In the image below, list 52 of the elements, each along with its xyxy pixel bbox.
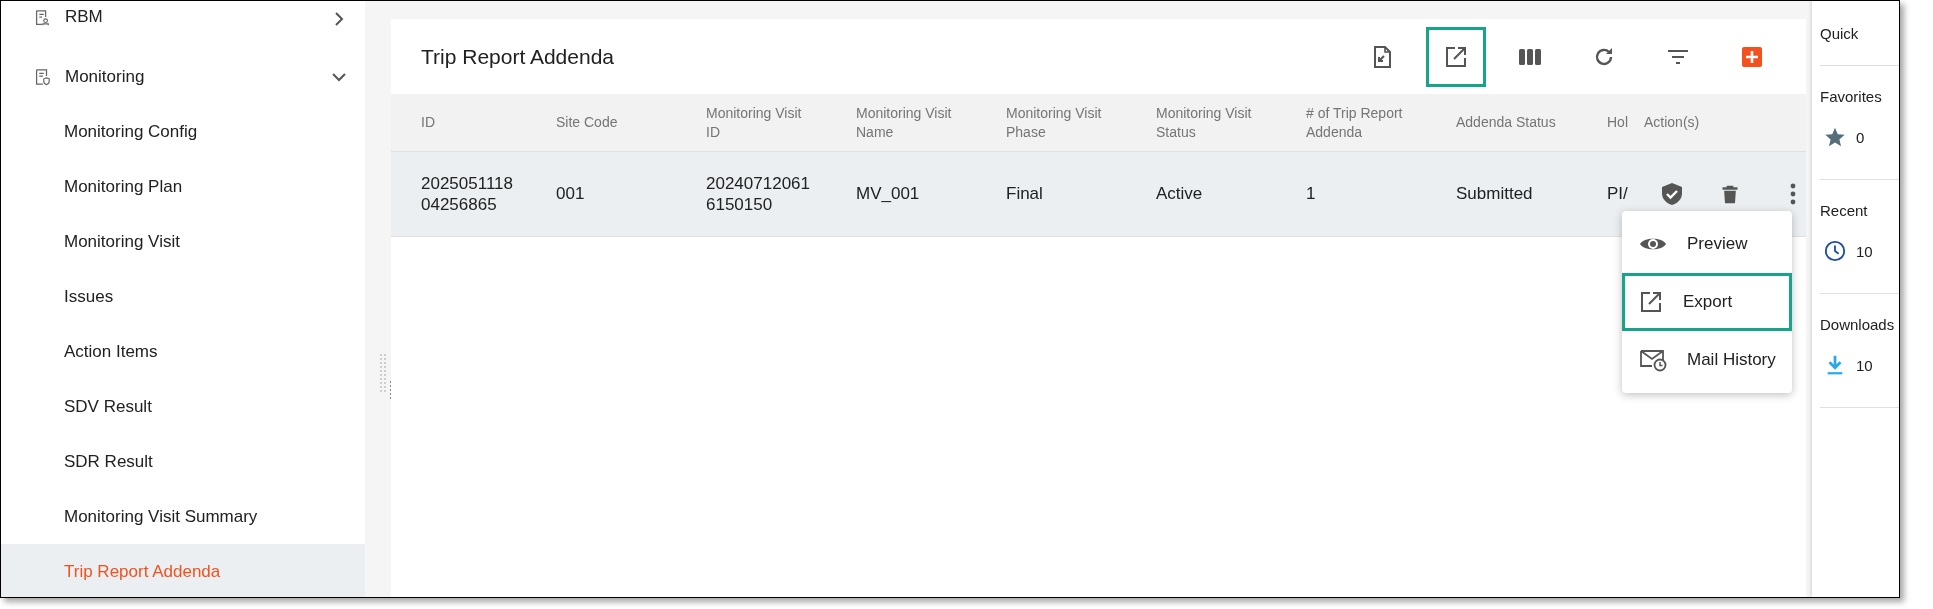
export-icon [1639,290,1663,314]
table-cell-text: Submitted [1456,183,1534,205]
column-header: Action(s) [1644,113,1701,132]
menu-item[interactable]: Export [1622,273,1792,331]
section-label: Recent [1820,200,1869,221]
table-cell-text: 20240712061 6150150 [706,172,811,216]
clock-icon[interactable] [1824,240,1846,262]
nav-item[interactable]: Monitoring Plan [1,159,365,214]
nav-item[interactable]: Action Items [1,324,365,379]
mail-clock-icon [1639,348,1667,372]
star-icon[interactable] [1824,126,1846,148]
column-header: Monitoring Visit Name [856,103,953,142]
table-cell-text: Active [1156,183,1204,205]
more-icon[interactable] [1790,182,1796,206]
table-cell-text: MV_001 [856,183,921,205]
count: 10 [1856,356,1873,374]
table-row[interactable]: 2025051118 04256865 001 20240712061 6150150 MV_001 Final Active 1 Submitted PI/ [391,152,1806,237]
count: 0 [1856,128,1865,146]
nav-item[interactable]: Monitoring Visit Summary [1,489,365,544]
document-shield-icon [33,67,51,86]
page-title: Trip Report Addenda [421,44,615,69]
section-label: Downloads [1820,314,1896,335]
add-icon [1740,44,1764,69]
column-header: # of Trip Report Addenda [1306,103,1404,142]
column-header: Monitoring Visit Status [1156,103,1253,142]
nav-item[interactable]: Monitoring Visit [1,214,365,269]
nav-item[interactable]: SDV Result [1,379,365,434]
nav-item[interactable]: Monitoring Config [1,104,365,159]
table-cell-text: Final [1006,183,1044,205]
column-header: Addenda Status [1456,113,1557,132]
count: 10 [1856,242,1873,260]
column-header: ID [421,113,436,132]
table-cell-text: PI/ [1607,183,1629,205]
table-cell-text: 1 [1306,183,1317,205]
nav-item[interactable]: Monitoring [65,66,317,87]
panel-title: Quick [1820,1,1899,66]
table-cell-text: 001 [556,183,586,205]
export-button[interactable] [1426,26,1486,87]
column-header: Monitoring Visit Phase [1006,103,1103,142]
export-icon [1444,44,1468,69]
menu-item[interactable]: Mail History [1622,331,1792,389]
column-header: Monitoring Visit ID [706,103,803,142]
table-cell-text: 2025051118 04256865 [421,172,515,216]
shield-check-icon[interactable] [1660,181,1684,207]
section-label: Favorites [1820,86,1883,107]
report-icon [33,9,51,27]
nav-item[interactable]: Issues [1,269,365,324]
nav-item[interactable]: RBM [65,7,317,27]
column-header: Site Code [556,113,619,132]
nav-item[interactable]: SDR Result [1,434,365,489]
column-header: Hol [1607,113,1629,132]
drag-handle-icon[interactable] [379,353,387,393]
